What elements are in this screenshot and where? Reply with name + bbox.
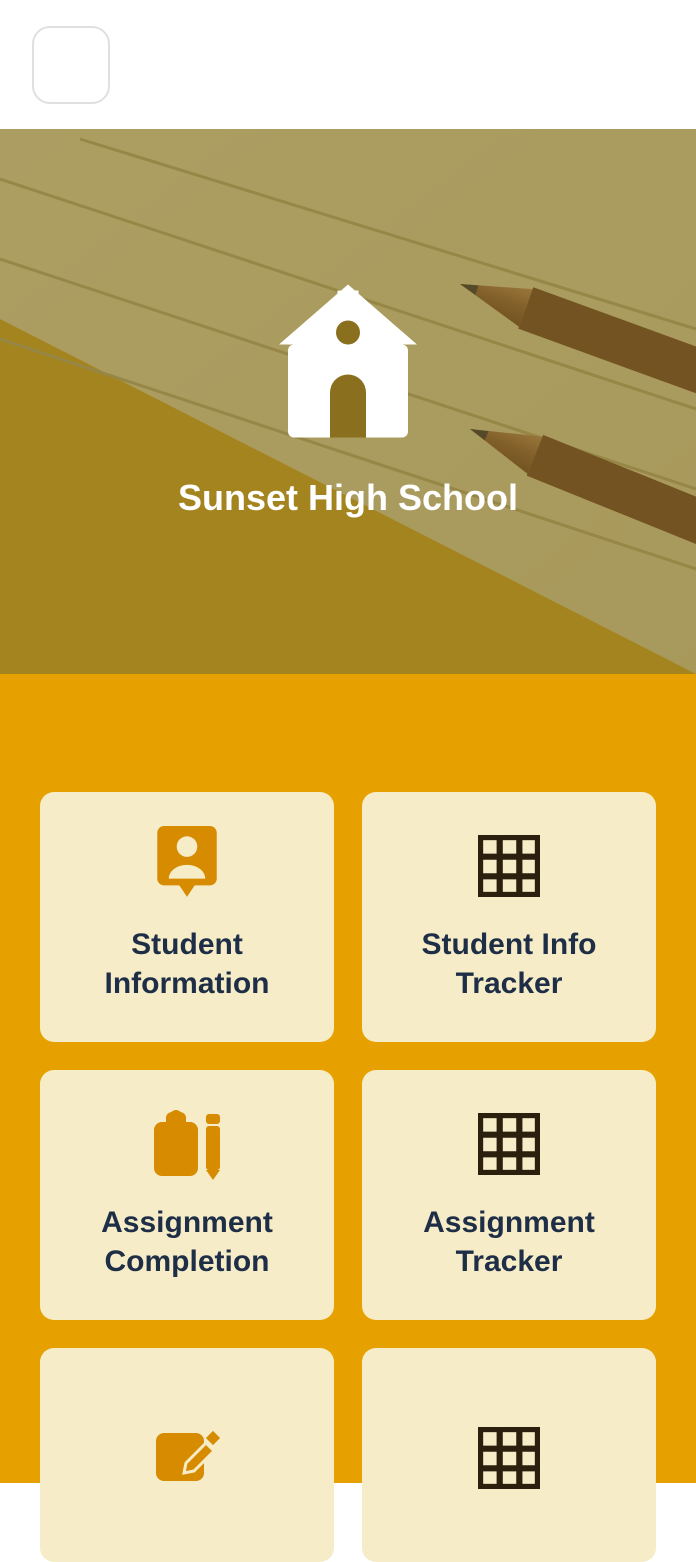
cards-section: Student Information Student Info Tracker <box>0 674 696 1483</box>
clipboard-pencil-icon <box>148 1109 226 1179</box>
card-title: Assignment Tracker <box>382 1203 636 1281</box>
card-title: Student Information <box>60 925 314 1003</box>
school-title: Sunset High School <box>178 477 518 519</box>
person-pin-icon <box>152 831 222 901</box>
hero-banner: Sunset High School <box>0 129 696 674</box>
card-title: Assignment Completion <box>60 1203 314 1281</box>
grid-icon <box>478 831 540 901</box>
card-title: Student Info Tracker <box>382 925 636 1003</box>
card-grid: Student Information Student Info Tracker <box>40 792 656 1562</box>
grid-icon <box>478 1109 540 1179</box>
card-assignment-completion[interactable]: Assignment Completion <box>40 1070 334 1320</box>
card-student-info-tracker[interactable]: Student Info Tracker <box>362 792 656 1042</box>
top-bar <box>0 0 696 129</box>
card-partial-left[interactable] <box>40 1348 334 1562</box>
card-partial-right[interactable] <box>362 1348 656 1562</box>
card-assignment-tracker[interactable]: Assignment Tracker <box>362 1070 656 1320</box>
menu-button[interactable] <box>32 26 110 104</box>
card-student-information[interactable]: Student Information <box>40 792 334 1042</box>
school-icon <box>273 284 423 449</box>
hero-content: Sunset High School <box>0 129 696 674</box>
